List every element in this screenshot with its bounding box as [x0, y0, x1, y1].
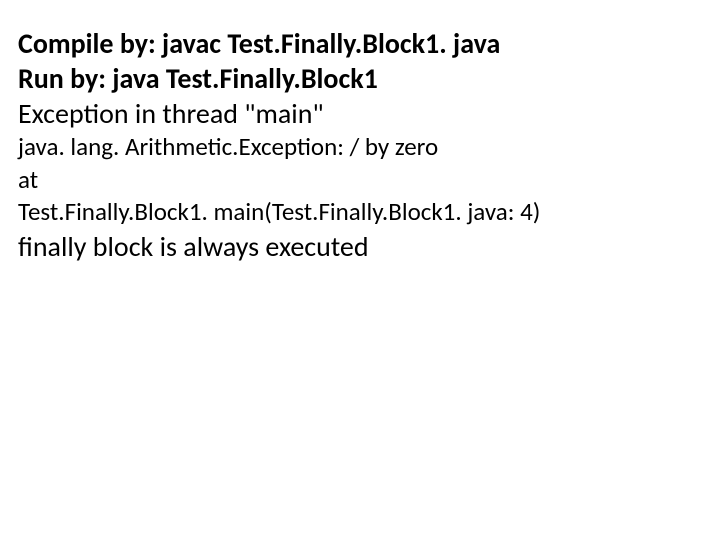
stack-frame-line: Test.Finally.Block1. main(Test.Finally.B…: [18, 196, 702, 229]
run-line: Run by: java Test.Finally.Block1: [18, 61, 702, 96]
output-block: Compile by: javac Test.Finally.Block1. j…: [18, 26, 702, 264]
compile-label: Compile by:: [18, 26, 156, 61]
exception-type-line: java. lang. Arithmetic.Exception: / by z…: [18, 131, 702, 164]
at-line: at: [18, 164, 702, 197]
compile-line: Compile by: javac Test.Finally.Block1. j…: [18, 26, 702, 61]
finally-message-line: finally block is always executed: [18, 229, 702, 264]
run-value: java Test.Finally.Block1: [106, 61, 378, 96]
exception-thread-line: Exception in thread "main": [18, 96, 702, 131]
compile-value: javac Test.Finally.Block1. java: [156, 26, 501, 61]
run-label: Run by:: [18, 61, 106, 96]
